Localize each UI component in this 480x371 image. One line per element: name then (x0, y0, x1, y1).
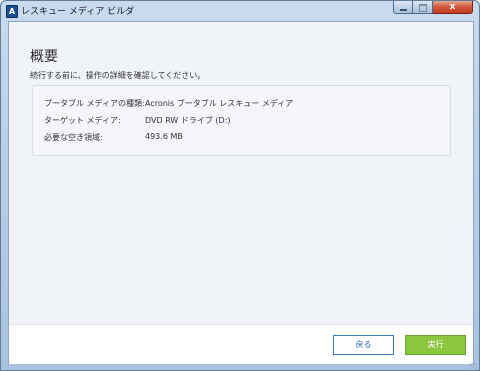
summary-label: ターゲット メディア: (44, 116, 121, 125)
wizard-client-area: 概要 続行する前に、操作の詳細を確認してください。 ブータブル メディアの種類:… (8, 21, 474, 364)
summary-label: ブータブル メディアの種類: (44, 99, 145, 108)
summary-value: DVD RW ドライブ (D:) (145, 116, 231, 125)
caption-buttons: x (393, 1, 473, 15)
summary-label: 必要な空き領域: (44, 133, 103, 142)
wizard-footer: 戻る 実行 (9, 324, 473, 364)
page-title: 概要 (30, 49, 58, 65)
close-icon: x (449, 2, 456, 12)
page-subtitle: 続行する前に、操作の詳細を確認してください。 (30, 71, 206, 80)
title-bar[interactable]: A レスキュー メディア ビルダ x (1, 1, 479, 21)
run-button[interactable]: 実行 (405, 335, 466, 355)
summary-row-target-media: ターゲット メディア: DVD RW ドライブ (D:) (33, 115, 450, 127)
summary-value: 493.6 MB (145, 132, 183, 141)
minimize-button[interactable] (393, 1, 413, 14)
close-button[interactable]: x (433, 1, 473, 14)
summary-row-media-type: ブータブル メディアの種類: Acronis ブータブル レスキュー メディア (33, 98, 450, 110)
acronis-app-icon: A (6, 5, 18, 18)
resize-grip[interactable] (469, 363, 477, 369)
summary-panel: ブータブル メディアの種類: Acronis ブータブル レスキュー メディア … (32, 85, 451, 156)
window-title: レスキュー メディア ビルダ (21, 7, 135, 17)
back-button[interactable]: 戻る (333, 335, 394, 355)
maximize-button[interactable] (413, 1, 433, 14)
app-window: A レスキュー メディア ビルダ x 概要 続行する前に、操作の詳細を確認してく… (0, 0, 480, 371)
summary-row-required-space: 必要な空き領域: 493.6 MB (33, 132, 450, 144)
summary-page: 概要 続行する前に、操作の詳細を確認してください。 ブータブル メディアの種類:… (9, 22, 473, 324)
summary-value: Acronis ブータブル レスキュー メディア (145, 99, 294, 108)
